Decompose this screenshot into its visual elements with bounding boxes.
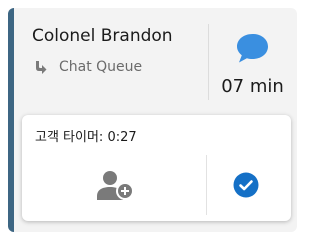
customer-timer: 고객 타이머: 0:27 <box>35 130 137 145</box>
contact-card[interactable]: Colonel Brandon Chat Queue 07 min 고객 타이머… <box>8 8 297 232</box>
queue-label: Chat Queue <box>59 59 143 75</box>
wait-time: 07 min <box>221 76 284 97</box>
contact-name: Colonel Brandon <box>32 26 173 46</box>
chat-bubble-icon <box>237 34 268 63</box>
accept-button[interactable] <box>233 172 259 198</box>
add-participant-button[interactable] <box>97 169 137 201</box>
queue-info: Chat Queue <box>34 58 142 76</box>
timer-panel: 고객 타이머: 0:27 <box>22 115 291 221</box>
check-circle-icon <box>233 172 259 198</box>
action-divider <box>206 155 207 215</box>
add-user-icon <box>97 171 134 200</box>
card-accent-bar <box>8 8 14 232</box>
arrow-down-right-icon <box>36 60 47 74</box>
